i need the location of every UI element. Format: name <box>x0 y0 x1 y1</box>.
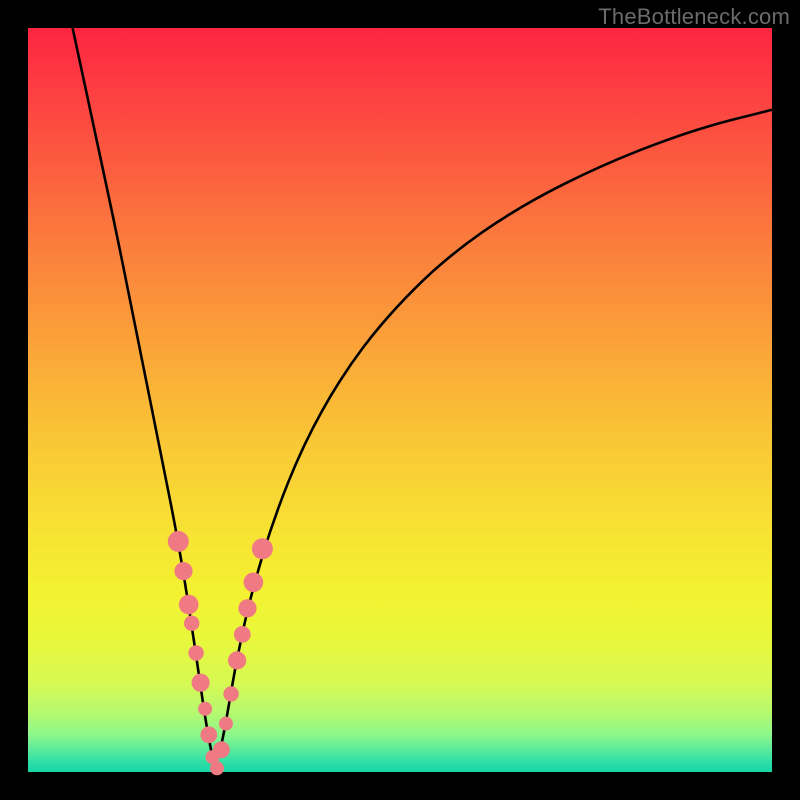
data-point <box>188 645 203 660</box>
data-points-layer <box>168 531 273 775</box>
data-point <box>174 562 192 580</box>
data-point <box>228 651 246 669</box>
data-point <box>219 717 233 731</box>
data-point <box>234 626 251 643</box>
bottleneck-curve <box>73 28 772 761</box>
data-point <box>252 538 273 559</box>
data-point <box>238 599 256 617</box>
watermark-text: TheBottleneck.com <box>598 4 790 30</box>
data-point <box>223 686 238 701</box>
data-point <box>200 726 217 743</box>
data-point <box>184 616 199 631</box>
data-point <box>168 531 189 552</box>
chart-frame: TheBottleneck.com <box>0 0 800 800</box>
data-point <box>213 741 230 758</box>
data-point <box>192 674 210 692</box>
plot-area <box>28 28 772 772</box>
data-point <box>244 573 264 593</box>
data-point <box>179 595 199 615</box>
data-point <box>210 761 224 775</box>
chart-svg <box>28 28 772 772</box>
data-point <box>198 702 212 716</box>
